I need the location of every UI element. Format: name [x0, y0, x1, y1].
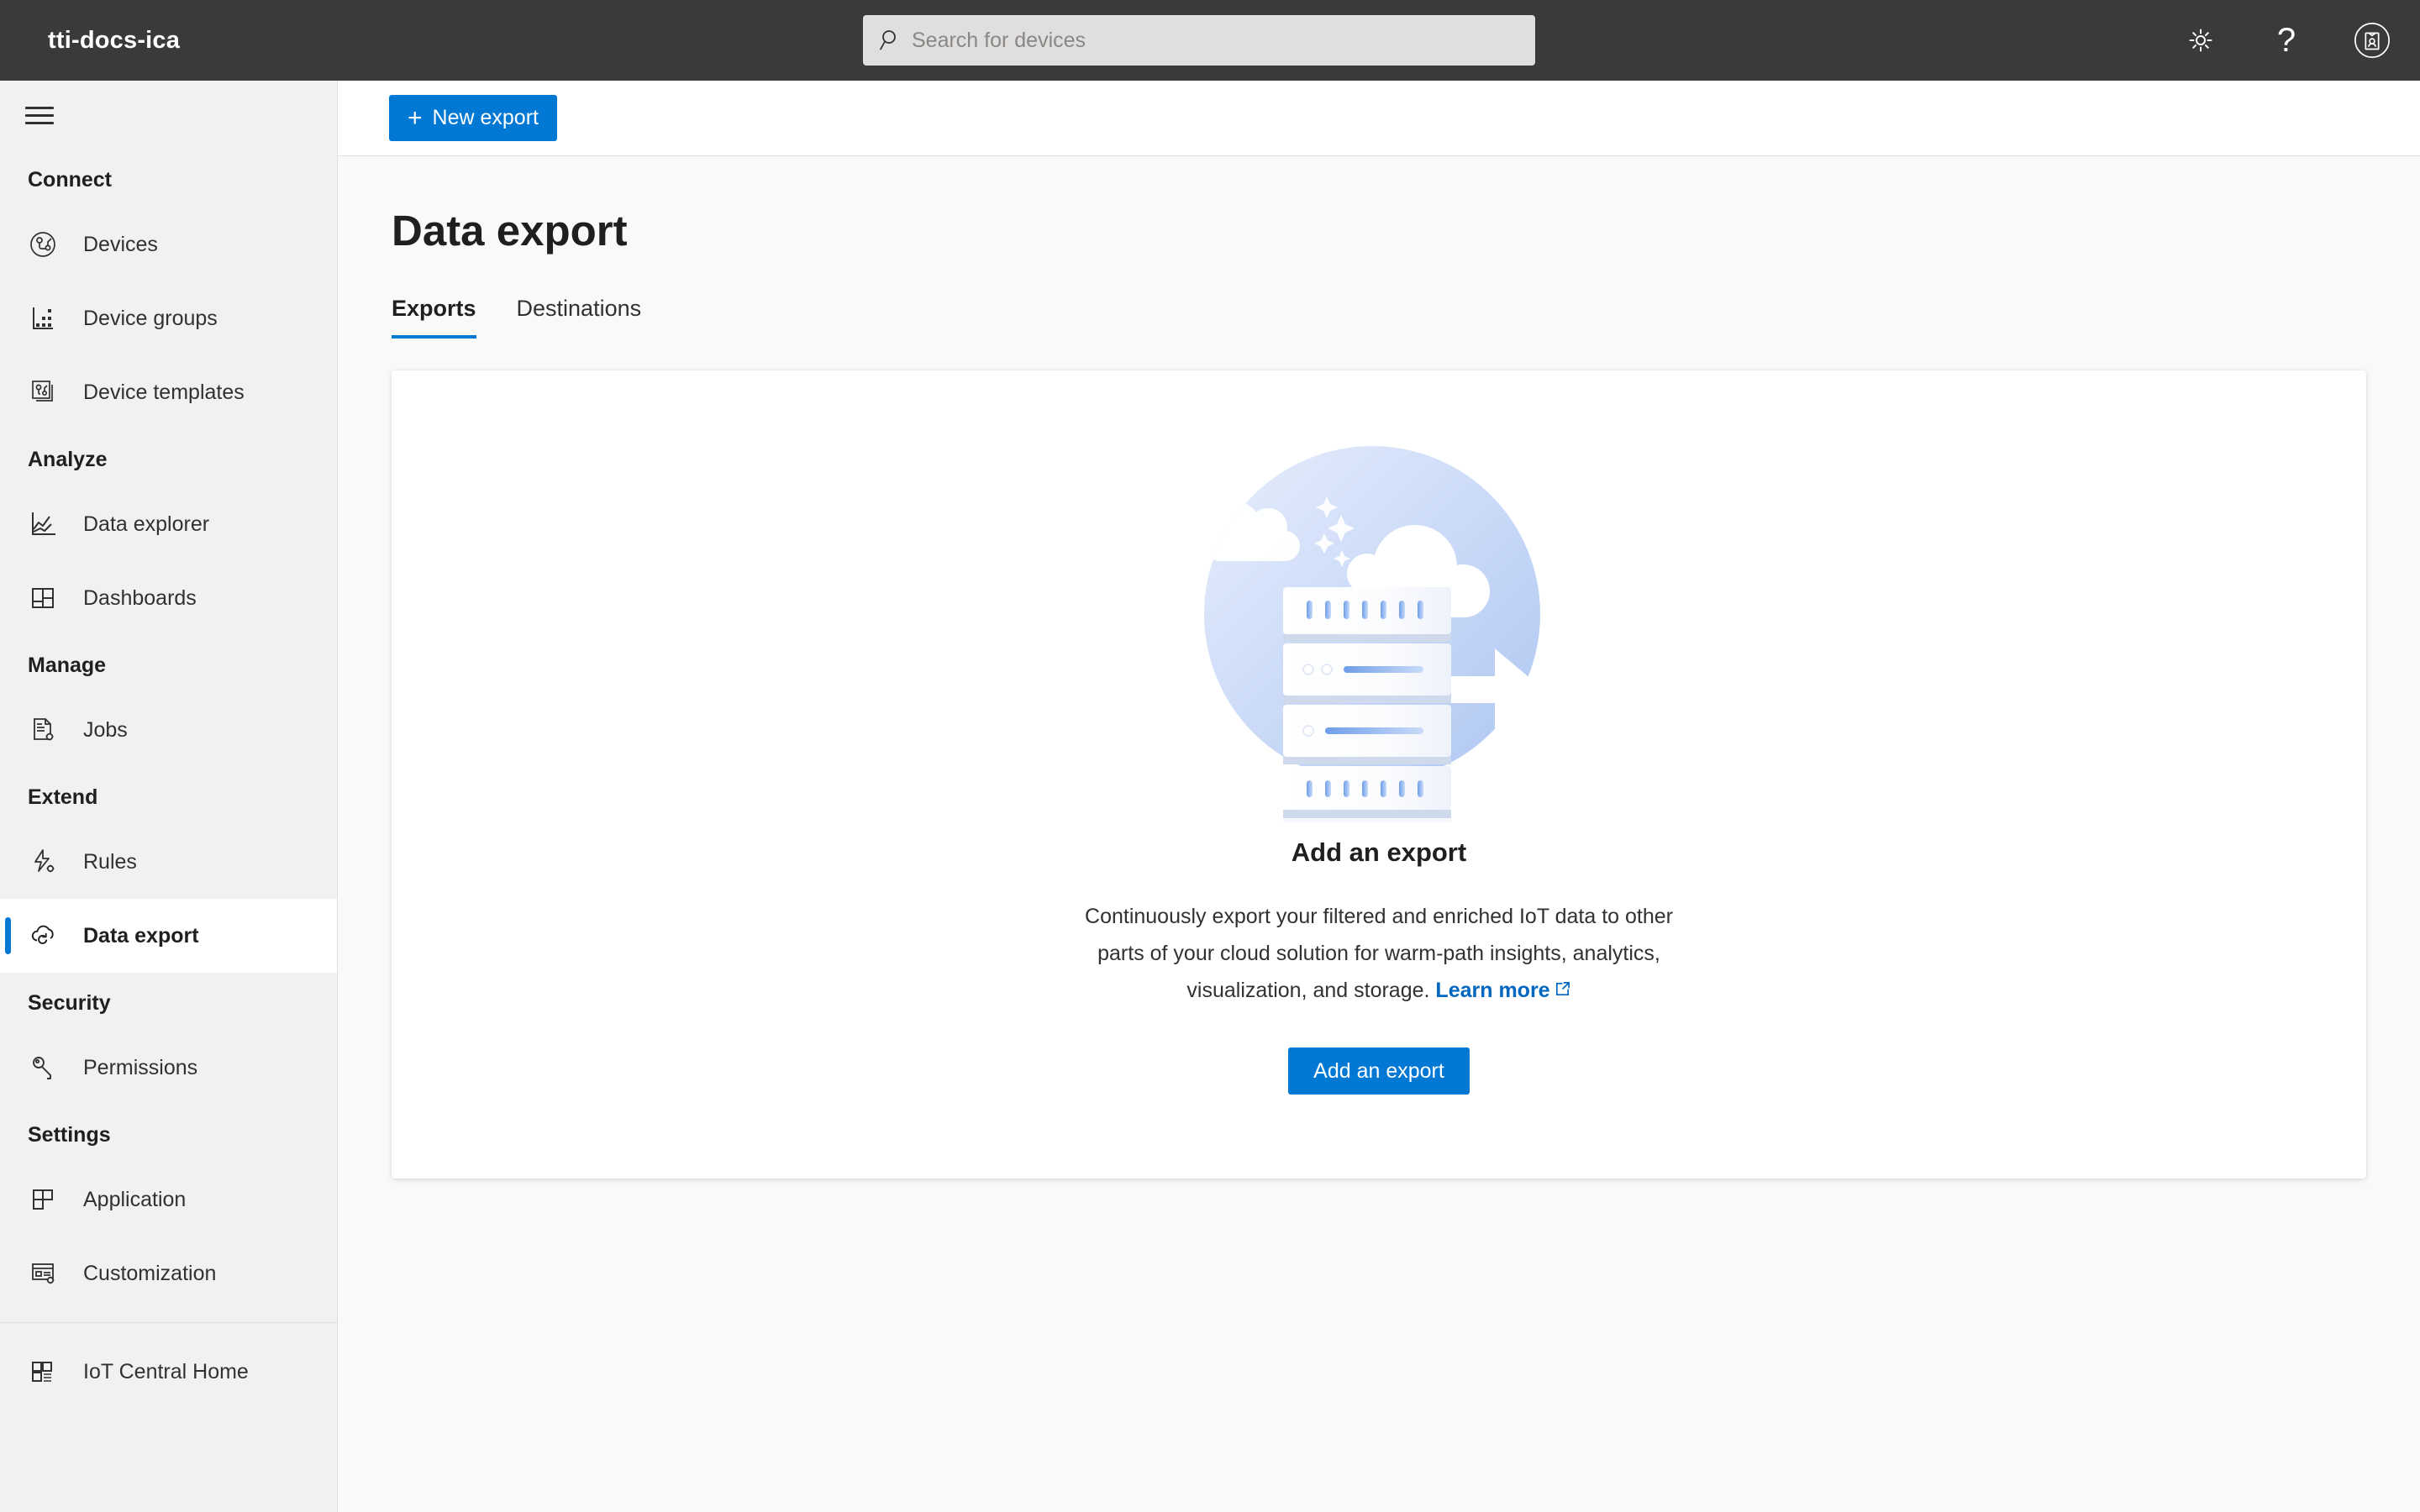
- empty-state-title: Add an export: [1292, 837, 1466, 868]
- sidebar-item-device-templates[interactable]: Device templates: [0, 355, 337, 429]
- selection-accent: [5, 580, 11, 617]
- search-icon: [878, 28, 903, 53]
- learn-more-link[interactable]: Learn more: [1435, 979, 1570, 1002]
- sidebar-item-label: Device templates: [83, 381, 245, 405]
- sidebar-item-label: Permissions: [83, 1056, 197, 1080]
- selection-accent: [5, 300, 11, 337]
- sidebar-nav: Connect Devices: [0, 150, 337, 1512]
- sidebar-section-settings: Settings: [0, 1105, 337, 1163]
- sidebar-divider: [0, 1322, 337, 1323]
- search-box[interactable]: [863, 15, 1535, 66]
- top-header: tti-docs-ica ?: [0, 0, 2420, 81]
- sidebar-item-iot-central-home[interactable]: IoT Central Home: [0, 1335, 337, 1409]
- sidebar-item-customization[interactable]: Customization: [0, 1236, 337, 1310]
- data-explorer-icon: [24, 506, 61, 543]
- sidebar-item-application[interactable]: Application: [0, 1163, 337, 1236]
- body-row: Connect Devices: [0, 81, 2420, 1512]
- sidebar-section-security: Security: [0, 973, 337, 1031]
- sidebar-item-devices[interactable]: Devices: [0, 207, 337, 281]
- jobs-icon: [24, 711, 61, 748]
- empty-state-description: Continuously export your filtered and en…: [1060, 898, 1698, 1010]
- sidebar-item-label: Application: [83, 1188, 186, 1212]
- page-title: Data export: [392, 206, 2366, 255]
- sidebar-section-manage: Manage: [0, 635, 337, 693]
- add-an-export-button[interactable]: Add an export: [1288, 1047, 1470, 1095]
- new-export-button-label: New export: [433, 106, 539, 130]
- rules-icon: [24, 843, 61, 880]
- sidebar-section-extend: Extend: [0, 767, 337, 825]
- sidebar: Connect Devices: [0, 81, 338, 1512]
- empty-state-card: Add an export Continuously export your f…: [392, 370, 2366, 1179]
- selection-accent: [5, 226, 11, 263]
- selection-accent: [5, 917, 11, 954]
- sidebar-item-label: Devices: [83, 233, 158, 257]
- learn-more-label: Learn more: [1435, 979, 1549, 1002]
- sidebar-item-label: IoT Central Home: [83, 1360, 249, 1384]
- permissions-key-icon: [24, 1049, 61, 1086]
- help-icon[interactable]: ?: [2267, 21, 2306, 60]
- sidebar-item-label: Device groups: [83, 307, 218, 331]
- sidebar-item-jobs[interactable]: Jobs: [0, 693, 337, 767]
- app-root: tti-docs-ica ?: [0, 0, 2420, 1512]
- sidebar-section-connect: Connect: [0, 150, 337, 207]
- sidebar-item-data-export[interactable]: Data export: [0, 899, 337, 973]
- account-badge-icon[interactable]: [2353, 21, 2391, 60]
- device-groups-icon: [24, 300, 61, 337]
- settings-icon[interactable]: [2181, 21, 2220, 60]
- selection-accent: [5, 843, 11, 880]
- new-export-button[interactable]: + New export: [389, 95, 557, 141]
- header-actions: ?: [2181, 0, 2391, 81]
- page-content: Data export Exports Destinations: [338, 156, 2420, 1512]
- app-title: tti-docs-ica: [48, 27, 180, 55]
- sidebar-item-label: Data export: [83, 924, 199, 948]
- data-export-icon: [24, 917, 61, 954]
- tab-list: Exports Destinations: [392, 296, 2366, 339]
- selection-accent: [5, 506, 11, 543]
- iot-central-home-icon: [24, 1353, 61, 1390]
- sidebar-item-data-explorer[interactable]: Data explorer: [0, 487, 337, 561]
- hamburger-bars: [25, 102, 54, 129]
- devices-icon: [24, 226, 61, 263]
- dashboards-icon: [24, 580, 61, 617]
- command-toolbar: + New export: [338, 81, 2420, 156]
- sidebar-item-label: Data explorer: [83, 512, 209, 537]
- sidebar-item-label: Customization: [83, 1262, 216, 1286]
- selection-accent: [5, 711, 11, 748]
- device-templates-icon: [24, 374, 61, 411]
- search-input[interactable]: [912, 29, 1520, 53]
- cloud-server-export-illustration: [1152, 428, 1606, 822]
- help-icon-label: ?: [2277, 24, 2296, 57]
- sidebar-item-label: Rules: [83, 850, 137, 874]
- sidebar-item-dashboards[interactable]: Dashboards: [0, 561, 337, 635]
- tab-destinations[interactable]: Destinations: [517, 296, 642, 339]
- empty-state-description-text: Continuously export your filtered and en…: [1085, 905, 1673, 1002]
- sidebar-item-label: Dashboards: [83, 586, 197, 611]
- selection-accent: [5, 374, 11, 411]
- sidebar-item-device-groups[interactable]: Device groups: [0, 281, 337, 355]
- selection-accent: [5, 1353, 11, 1390]
- selection-accent: [5, 1255, 11, 1292]
- tab-exports[interactable]: Exports: [392, 296, 476, 339]
- selection-accent: [5, 1049, 11, 1086]
- external-link-icon: [1554, 973, 1571, 1010]
- customization-icon: [24, 1255, 61, 1292]
- application-icon: [24, 1181, 61, 1218]
- sidebar-item-rules[interactable]: Rules: [0, 825, 337, 899]
- plus-icon: +: [408, 106, 423, 131]
- main-area: + New export Data export Exports Destina…: [338, 81, 2420, 1512]
- sidebar-item-permissions[interactable]: Permissions: [0, 1031, 337, 1105]
- selection-accent: [5, 1181, 11, 1218]
- hamburger-icon[interactable]: [0, 81, 337, 150]
- sidebar-item-label: Jobs: [83, 718, 128, 743]
- sidebar-section-analyze: Analyze: [0, 429, 337, 487]
